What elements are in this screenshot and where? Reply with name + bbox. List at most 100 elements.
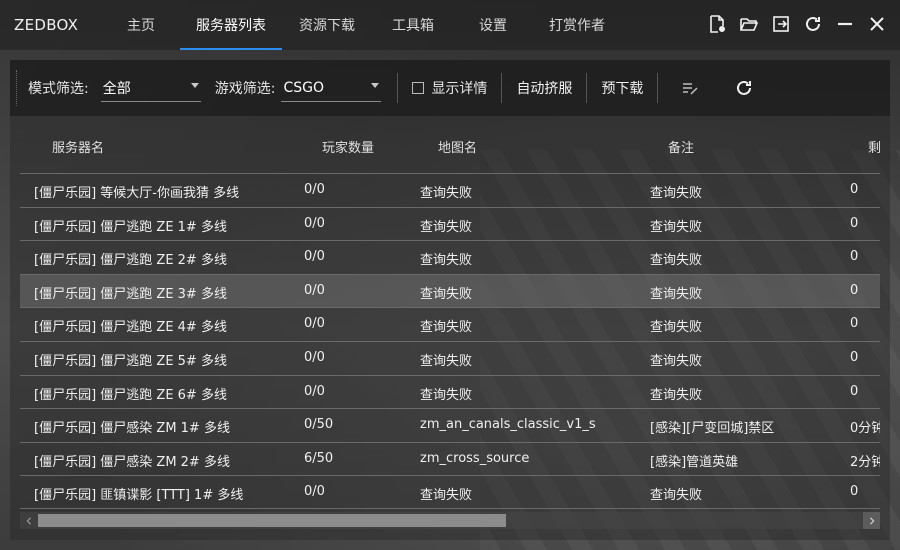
- note-cell: [感染]管道英雄: [650, 454, 739, 470]
- server-name-cell: [僵尸乐园] 僵尸逃跑 ZE 1# 多线: [34, 219, 227, 235]
- server-name-cell: [僵尸乐园] 匪镇谍影 [TTT] 1# 多线: [34, 488, 244, 504]
- minimize-icon[interactable]: [834, 12, 856, 36]
- table-row[interactable]: [僵尸乐园] 僵尸感染 ZM 1# 多线 0/50 zm_an_canals_c…: [20, 408, 880, 442]
- remaining-cell: 0: [850, 349, 859, 365]
- remaining-cell: 0: [850, 215, 859, 231]
- refresh-list-icon[interactable]: [734, 78, 754, 98]
- col-notes[interactable]: 备注: [668, 137, 694, 156]
- remaining-cell: 0: [850, 484, 859, 500]
- col-remaining[interactable]: 剩: [868, 137, 890, 156]
- scrollbar-thumb[interactable]: [38, 514, 506, 527]
- player-count-cell: 0/0: [304, 349, 325, 365]
- server-name-cell: [僵尸乐园] 僵尸逃跑 ZE 5# 多线: [34, 353, 227, 369]
- remaining-cell: 0: [850, 282, 859, 298]
- nav-settings[interactable]: 设置: [454, 0, 532, 50]
- title-bar: ZEDBOX 主页 服务器列表 资源下载 工具箱 设置 打赏作者: [0, 0, 900, 50]
- player-count-cell: 0/0: [304, 182, 325, 197]
- note-cell: 查询失败: [650, 219, 703, 235]
- table-row[interactable]: [僵尸乐园] 僵尸逃跑 ZE 4# 多线 0/0 查询失败 查询失败 0: [20, 307, 880, 341]
- list-edit-icon[interactable]: [680, 78, 700, 98]
- scroll-left-icon[interactable]: [20, 512, 37, 529]
- show-details-label: 显示详情: [431, 81, 488, 97]
- map-name-cell: zm_an_canals_classic_v1_s: [420, 417, 596, 433]
- remaining-cell: 0分钟: [850, 421, 880, 437]
- note-cell: 查询失败: [650, 488, 703, 504]
- map-name-cell: 查询失败: [420, 186, 473, 201]
- player-count-cell: 0/0: [304, 249, 325, 265]
- table-row[interactable]: [僵尸乐园] 僵尸逃跑 ZE 5# 多线 0/0 查询失败 查询失败 0: [20, 340, 880, 375]
- game-filter-value: CSGO: [283, 79, 324, 96]
- player-count-cell: 0/0: [304, 282, 325, 298]
- note-cell: 查询失败: [650, 286, 703, 302]
- remaining-cell: 2分钟: [850, 454, 880, 470]
- map-name-cell: 查询失败: [420, 253, 473, 269]
- mode-filter-value: 全部: [102, 80, 131, 97]
- filter-toolbar: 模式筛选: 全部 游戏筛选: CSGO 显示详情 自动挤服 预下载: [10, 60, 890, 116]
- map-name-cell: zm_cross_source: [420, 450, 530, 466]
- col-player-count[interactable]: 玩家数量: [322, 137, 374, 156]
- server-name-cell: [僵尸乐园] 僵尸逃跑 ZE 3# 多线: [34, 286, 227, 302]
- app-title: ZEDBOX: [14, 16, 79, 34]
- nav-server-list[interactable]: 服务器列表: [180, 0, 282, 50]
- nav-toolbox[interactable]: 工具箱: [372, 0, 454, 50]
- nav-resource-download[interactable]: 资源下载: [282, 0, 372, 50]
- close-icon[interactable]: [866, 12, 888, 36]
- scroll-right-icon[interactable]: [863, 512, 880, 529]
- predownload-button[interactable]: 预下载: [601, 78, 643, 98]
- window-controls: [706, 12, 888, 36]
- server-name-cell: [僵尸乐园] 僵尸逃跑 ZE 4# 多线: [34, 320, 227, 336]
- note-cell: 查询失败: [650, 320, 703, 336]
- table-row[interactable]: [僵尸乐园] 僵尸逃跑 ZE 6# 多线 0/0 查询失败 查询失败 0: [20, 374, 880, 409]
- table-row[interactable]: [僵尸乐园] 僵尸逃跑 ZE 1# 多线 0/0 查询失败 查询失败 0: [20, 206, 880, 241]
- nav-donate[interactable]: 打赏作者: [532, 0, 622, 50]
- note-cell: [感染][尸变回城]禁区: [650, 421, 775, 437]
- chevron-down-icon: [190, 83, 199, 88]
- toolbar-grip: [16, 70, 18, 106]
- exit-icon[interactable]: [770, 12, 792, 36]
- horizontal-scrollbar[interactable]: [20, 512, 880, 529]
- nav-home[interactable]: 主页: [102, 0, 180, 50]
- game-filter-select[interactable]: CSGO: [281, 74, 382, 102]
- col-server-name[interactable]: 服务器名: [52, 137, 104, 156]
- server-name-cell: [僵尸乐园] 僵尸逃跑 ZE 2# 多线: [34, 253, 227, 269]
- server-name-cell: [僵尸乐园] 僵尸感染 ZM 1# 多线: [34, 421, 230, 437]
- server-name-cell: [僵尸乐园] 僵尸感染 ZM 2# 多线: [34, 454, 230, 470]
- file-settings-icon[interactable]: [706, 12, 728, 36]
- note-cell: 查询失败: [650, 387, 703, 403]
- table-row-selected[interactable]: [僵尸乐园] 僵尸逃跑 ZE 3# 多线 0/0 查询失败 查询失败 0: [20, 273, 880, 308]
- player-count-cell: 0/0: [304, 383, 325, 399]
- table-header: 服务器名 玩家数量 地图名 备注 剩: [10, 116, 890, 170]
- divider: [397, 73, 399, 103]
- table-row[interactable]: [僵尸乐园] 僵尸逃跑 ZE 2# 多线 0/0 查询失败 查询失败 0: [20, 240, 880, 274]
- player-count-cell: 0/50: [304, 417, 334, 433]
- col-map-name[interactable]: 地图名: [438, 137, 477, 156]
- player-count-cell: 0/0: [304, 215, 325, 231]
- player-count-cell: 0/0: [304, 316, 325, 332]
- server-name-cell: [僵尸乐园] 等候大厅-你画我猜 多线: [34, 186, 240, 201]
- map-name-cell: 查询失败: [420, 320, 473, 336]
- map-name-cell: 查询失败: [420, 219, 473, 235]
- divider: [586, 73, 588, 103]
- table-row[interactable]: [僵尸乐园] 僵尸感染 ZM 2# 多线 6/50 zm_cross_sourc…: [20, 441, 880, 476]
- folder-open-icon[interactable]: [738, 12, 760, 36]
- table-body: [僵尸乐园] 等候大厅-你画我猜 多线 0/0 查询失败 查询失败 0 [僵尸乐…: [20, 173, 880, 509]
- checkbox-box: [412, 82, 425, 94]
- remaining-cell: 0: [850, 383, 859, 399]
- map-name-cell: 查询失败: [420, 488, 473, 504]
- player-count-cell: 6/50: [304, 450, 334, 466]
- note-cell: 查询失败: [650, 186, 703, 201]
- map-name-cell: 查询失败: [420, 387, 473, 403]
- show-details-checkbox[interactable]: 显示详情: [412, 78, 487, 98]
- remaining-cell: 0: [850, 182, 859, 197]
- mode-filter-select[interactable]: 全部: [100, 74, 201, 102]
- table-row[interactable]: [僵尸乐园] 等候大厅-你画我猜 多线 0/0 查询失败 查询失败 0: [20, 173, 880, 207]
- server-name-cell: [僵尸乐园] 僵尸逃跑 ZE 6# 多线: [34, 387, 227, 403]
- remaining-cell: 0: [850, 249, 859, 265]
- divider: [657, 73, 659, 103]
- refresh-icon[interactable]: [802, 12, 824, 36]
- map-name-cell: 查询失败: [420, 286, 473, 302]
- player-count-cell: 0/0: [304, 484, 325, 500]
- table-row[interactable]: [僵尸乐园] 匪镇谍影 [TTT] 1# 多线 0/0 查询失败 查询失败 0: [20, 475, 880, 509]
- auto-squeeze-button[interactable]: 自动挤服: [516, 78, 572, 98]
- server-table: 服务器名 玩家数量 地图名 备注 剩 [僵尸乐园] 等候大厅-你画我猜 多线 0…: [10, 116, 890, 540]
